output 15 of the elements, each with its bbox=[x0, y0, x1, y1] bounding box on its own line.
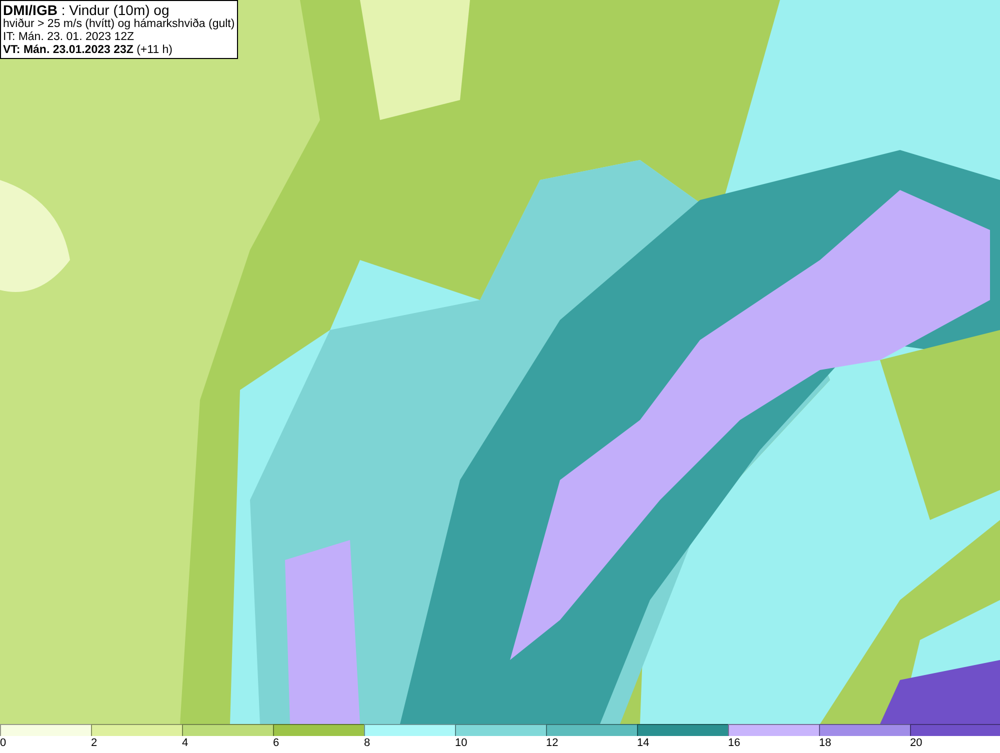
legend-label: 14 bbox=[637, 736, 650, 750]
legend-label: 12 bbox=[546, 736, 558, 750]
map-info-text: VT: Mán. 23.01.2023 23Z (+11 h) bbox=[3, 44, 174, 57]
map-info-text: hviður > 25 m/s (hvítt) og hámarkshviða (gult) bbox=[3, 18, 235, 31]
legend-label: 10 bbox=[455, 736, 468, 750]
legend-label: 18 bbox=[819, 736, 832, 750]
legend-label: 6 bbox=[273, 736, 280, 750]
legend-label: 8 bbox=[364, 736, 370, 750]
legend-label: 20 bbox=[910, 736, 922, 750]
legend-label: 0 bbox=[0, 736, 6, 750]
legend-label: 2 bbox=[91, 736, 98, 750]
legend-label: 4 bbox=[182, 736, 188, 750]
map-title: DMI/IGB : Vindur (10m) og bbox=[3, 2, 170, 18]
map-info-text: IT: Mán. 23. 01. 2023 12Z bbox=[3, 31, 136, 44]
legend-label: 16 bbox=[728, 736, 740, 750]
